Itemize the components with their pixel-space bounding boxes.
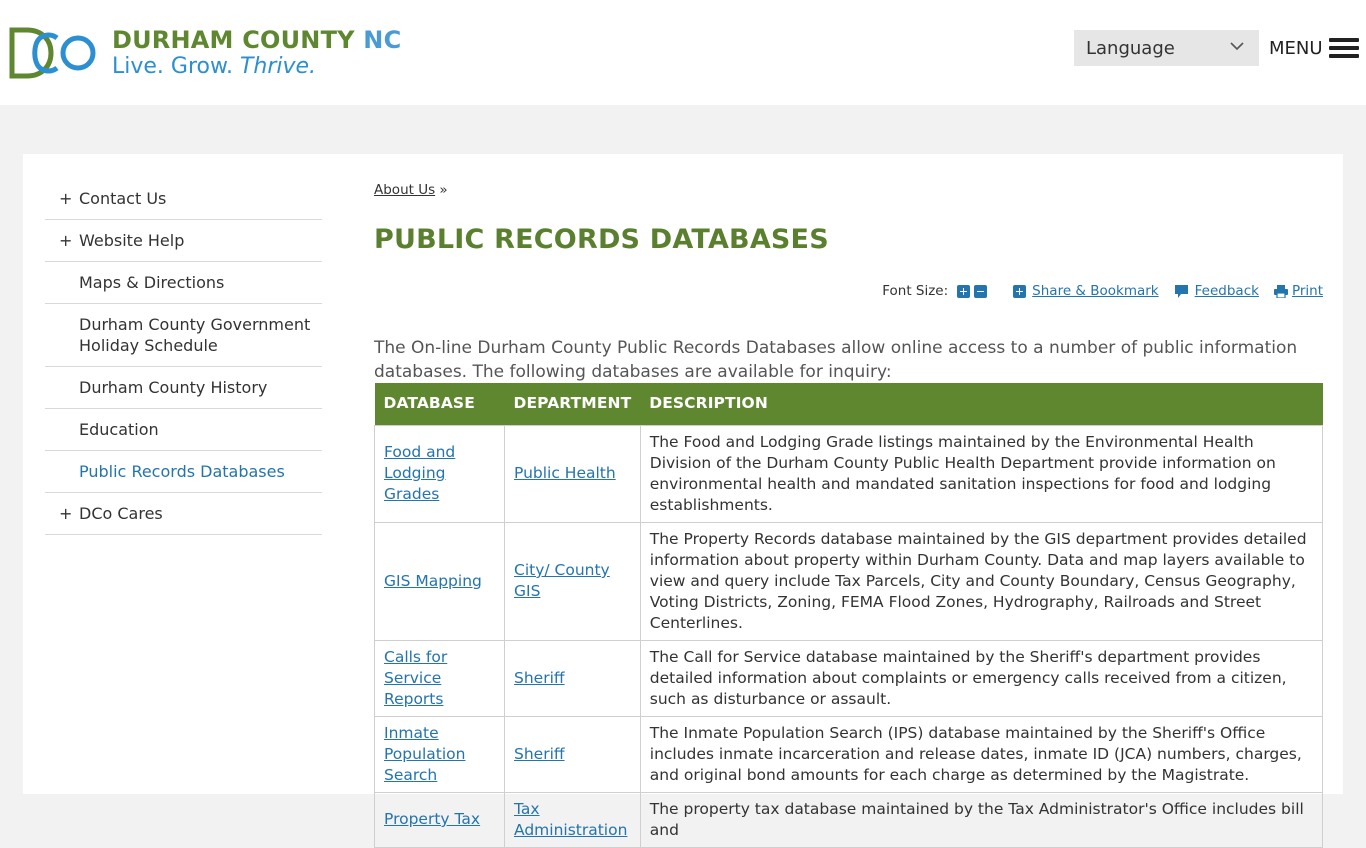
table-row: Inmate Population Search Sheriff The Inm… [374, 715, 1324, 793]
sidebar-item-label: Public Records Databases [79, 462, 285, 481]
sidebar-item-county-history[interactable]: Durham County History [45, 367, 322, 409]
sidebar-item-label: Maps & Directions [79, 273, 225, 292]
column-header-description: DESCRIPTION [640, 383, 1323, 425]
description-cell: The property tax database maintained by … [639, 791, 1324, 848]
database-link[interactable]: Food and Lodging Grades [384, 443, 455, 503]
site-name[interactable]: DURHAM COUNTY NC [112, 26, 401, 54]
sidebar-item-contact-us[interactable]: + Contact Us [45, 178, 322, 220]
department-cell: Sheriff [504, 715, 641, 793]
database-cell: Food and Lodging Grades [374, 424, 505, 523]
print-label[interactable]: Print [1292, 283, 1323, 299]
menu-label: MENU [1269, 37, 1323, 59]
printer-icon [1273, 284, 1288, 298]
plus-icon[interactable]: + [59, 188, 72, 209]
department-link[interactable]: Sheriff [514, 745, 565, 763]
hamburger-icon [1328, 38, 1359, 58]
share-bookmark-link[interactable]: Share & Bookmark [1013, 283, 1159, 299]
databases-table: DATABASE DEPARTMENT DESCRIPTION Food and… [374, 383, 1324, 848]
table-header-row: DATABASE DEPARTMENT DESCRIPTION [374, 383, 1323, 425]
database-link[interactable]: Calls for Service Reports [384, 648, 447, 708]
language-select[interactable]: Language [1074, 30, 1259, 66]
share-bookmark-label[interactable]: Share & Bookmark [1032, 283, 1158, 299]
department-link[interactable]: Tax Administration [514, 800, 627, 839]
site-header: DURHAM COUNTY NC Live. Grow. Thrive. Lan… [0, 0, 1366, 105]
font-size-label: Font Size: [882, 283, 949, 299]
database-link[interactable]: Property Tax [384, 810, 480, 828]
description-cell: The Inmate Population Search (IPS) datab… [639, 715, 1324, 793]
breadcrumb-link-about-us[interactable]: About Us [374, 182, 435, 198]
breadcrumb: About Us » [374, 182, 1323, 198]
chevron-down-icon [1230, 42, 1244, 51]
sidebar-item-label: Education [79, 420, 159, 439]
page-tools: Font Size: Share & Bookmark Feedback Pri… [882, 283, 1323, 299]
main-content: About Us » PUBLIC RECORDS DATABASES Font… [374, 178, 1324, 848]
site-tagline: Live. Grow. Thrive. [112, 54, 316, 79]
font-increase-icon[interactable] [957, 284, 971, 298]
sidebar-item-public-records[interactable]: Public Records Databases [45, 451, 322, 493]
database-link[interactable]: Inmate Population Search [384, 724, 465, 784]
description-cell: The Food and Lodging Grade listings main… [639, 424, 1324, 523]
department-cell: Sheriff [504, 639, 641, 717]
sidebar-item-maps-directions[interactable]: Maps & Directions [45, 262, 322, 304]
share-plus-icon [1013, 284, 1027, 298]
database-cell: Calls for Service Reports [374, 639, 505, 717]
site-name-county: DURHAM COUNTY [112, 26, 355, 54]
menu-button[interactable]: MENU [1269, 34, 1359, 62]
feedback-link[interactable]: Feedback [1174, 283, 1259, 299]
site-name-state: NC [363, 26, 402, 54]
department-cell: Public Health [504, 424, 641, 523]
department-link[interactable]: Sheriff [514, 669, 565, 687]
table-row: GIS Mapping City/ County GIS The Propert… [374, 521, 1324, 641]
plus-icon[interactable]: + [59, 503, 72, 524]
sidebar-item-label: DCo Cares [79, 504, 163, 523]
column-header-department: DEPARTMENT [504, 383, 641, 425]
description-cell: The Property Records database maintained… [639, 521, 1324, 641]
speech-bubble-icon [1174, 284, 1188, 298]
database-cell: Property Tax [374, 791, 505, 848]
print-link[interactable]: Print [1273, 283, 1323, 299]
database-cell: GIS Mapping [374, 521, 505, 641]
tagline-text: Live. Grow. [112, 54, 233, 79]
sidebar-item-dco-cares[interactable]: + DCo Cares [45, 493, 322, 535]
description-cell: The Call for Service database maintained… [639, 639, 1324, 717]
table-row: Food and Lodging Grades Public Health Th… [374, 424, 1324, 523]
sidebar-item-education[interactable]: Education [45, 409, 322, 451]
sidebar-nav: + Contact Us + Website Help Maps & Direc… [45, 178, 322, 535]
table-row: Property Tax Tax Administration The prop… [374, 791, 1324, 848]
department-link[interactable]: Public Health [514, 464, 616, 482]
department-cell: City/ County GIS [504, 521, 641, 641]
database-cell: Inmate Population Search [374, 715, 505, 793]
feedback-label[interactable]: Feedback [1195, 283, 1259, 299]
plus-icon[interactable]: + [59, 230, 72, 251]
sidebar-item-label: Durham County Government Holiday Schedul… [79, 315, 311, 355]
sidebar-item-label: Contact Us [79, 189, 167, 208]
tagline-emphasis: Thrive. [239, 54, 317, 79]
page-title: PUBLIC RECORDS DATABASES [374, 224, 829, 255]
sidebar-item-website-help[interactable]: + Website Help [45, 220, 322, 262]
department-cell: Tax Administration [504, 791, 641, 848]
breadcrumb-separator: » [439, 182, 448, 198]
column-header-database: DATABASE [374, 383, 505, 425]
table-row: Calls for Service Reports Sheriff The Ca… [374, 639, 1324, 717]
sidebar-item-label: Durham County History [79, 378, 268, 397]
sidebar-item-holiday-schedule[interactable]: Durham County Government Holiday Schedul… [45, 304, 322, 367]
font-decrease-icon[interactable] [974, 284, 988, 298]
sidebar-item-label: Website Help [79, 231, 185, 250]
intro-paragraph: The On-line Durham County Public Records… [374, 338, 1298, 382]
dco-logo-icon[interactable] [9, 26, 99, 80]
department-link[interactable]: City/ County GIS [514, 561, 610, 600]
database-link[interactable]: GIS Mapping [384, 572, 482, 590]
language-select-label: Language [1086, 37, 1175, 59]
